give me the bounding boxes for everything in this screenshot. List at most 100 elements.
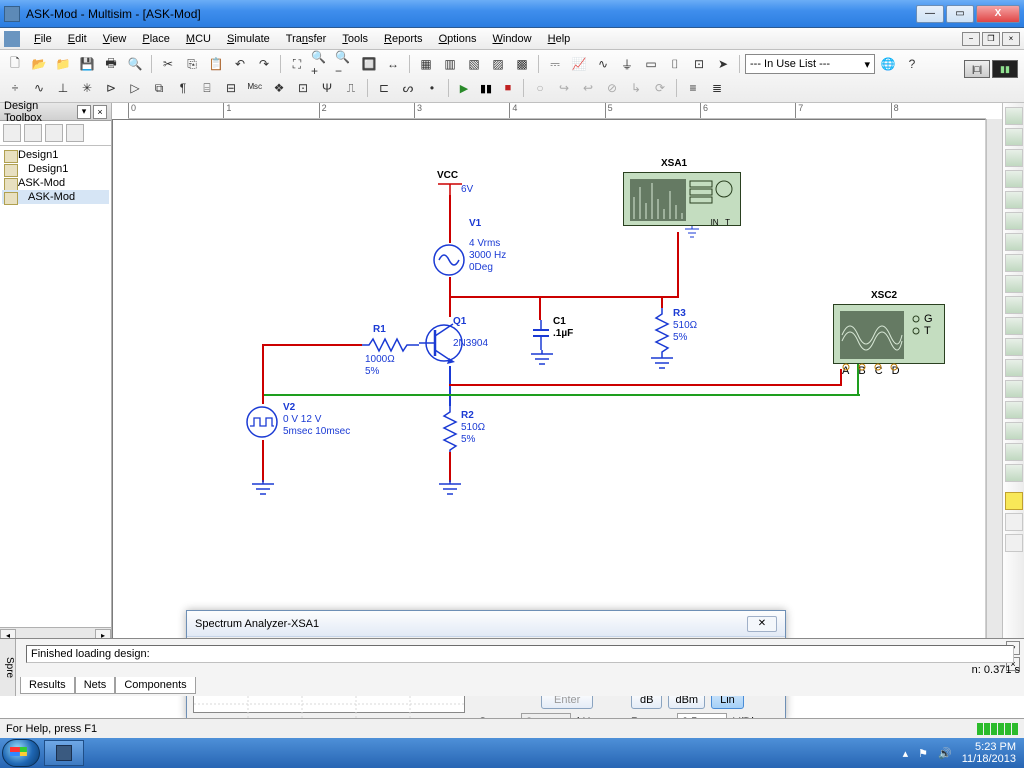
taskbar-clock[interactable]: 5:23 PM 11/18/2013: [962, 741, 1016, 765]
window-maximize-button[interactable]: [946, 5, 974, 23]
component-c1[interactable]: [531, 320, 551, 350]
net-icon[interactable]: ⊡: [688, 53, 710, 75]
spreadsheet-tab-nets[interactable]: Nets: [75, 677, 116, 694]
sim-switch-left[interactable]: |□|: [964, 60, 990, 78]
comp-group-15-icon[interactable]: ⎍: [340, 77, 362, 99]
mdi-minimize-button[interactable]: −: [962, 32, 980, 46]
panel-dropdown-button[interactable]: ▾: [77, 105, 91, 119]
break-icon[interactable]: ⊘: [601, 77, 623, 99]
globe-icon[interactable]: 🌐: [877, 53, 899, 75]
menu-help[interactable]: Help: [540, 30, 579, 48]
align-r-icon[interactable]: ≣: [706, 77, 728, 99]
instrument-xsa1[interactable]: IN T: [623, 172, 741, 226]
instr-logicconv-icon[interactable]: [1005, 296, 1023, 314]
menu-place[interactable]: Place: [134, 30, 178, 48]
comp-group-13-icon[interactable]: ⊡: [292, 77, 314, 99]
tool-e-icon[interactable]: ▩: [511, 53, 533, 75]
instr-netan-icon[interactable]: [1005, 380, 1023, 398]
canvas-scrollbar-vertical[interactable]: [986, 119, 1002, 645]
panel-close-button[interactable]: ×: [93, 105, 107, 119]
probe-icon[interactable]: ⎓: [544, 53, 566, 75]
window-close-button[interactable]: X: [976, 5, 1020, 23]
comp-group-9-icon[interactable]: ⌸: [196, 77, 218, 99]
hier-icon[interactable]: ᔕ: [397, 77, 419, 99]
bus-icon[interactable]: ⊏: [373, 77, 395, 99]
tree-item[interactable]: ASK-Mod: [2, 190, 109, 204]
comp-group-10-icon[interactable]: ⊟: [220, 77, 242, 99]
stop-button[interactable]: ■: [498, 78, 518, 98]
tool-a-icon[interactable]: ▦: [415, 53, 437, 75]
zoom-area-icon[interactable]: 🔲: [358, 53, 380, 75]
instr-wordgen-icon[interactable]: [1005, 254, 1023, 272]
help-icon[interactable]: ?: [901, 53, 923, 75]
toolbox-refresh-icon[interactable]: [66, 124, 84, 142]
instr-agosc-icon[interactable]: [1005, 443, 1023, 461]
instr-iv-icon[interactable]: [1005, 317, 1023, 335]
redo-icon[interactable]: ↷: [253, 53, 275, 75]
tray-volume-icon[interactable]: 🔊: [938, 747, 952, 760]
menu-transfer[interactable]: Transfer: [278, 30, 335, 48]
paste-icon[interactable]: 📋: [205, 53, 227, 75]
zoom-out-icon[interactable]: 🔍−: [334, 53, 356, 75]
mdi-restore-button[interactable]: ❐: [982, 32, 1000, 46]
sim-switch-right[interactable]: ▮▮: [992, 60, 1018, 78]
new-icon[interactable]: 🗋: [4, 53, 26, 75]
comp-group-12-icon[interactable]: ❖: [268, 77, 290, 99]
instr-tekosc-icon[interactable]: [1005, 464, 1023, 482]
tree-item[interactable]: Design1: [2, 162, 109, 176]
comp-group-14-icon[interactable]: Ψ: [316, 77, 338, 99]
comp-group-3-icon[interactable]: ⊥: [52, 77, 74, 99]
scope-icon[interactable]: 📈: [568, 53, 590, 75]
menu-file[interactable]: File: [26, 30, 60, 48]
step-in-icon[interactable]: ○: [529, 77, 551, 99]
start-button[interactable]: [2, 739, 40, 767]
tool-d-icon[interactable]: ▨: [487, 53, 509, 75]
instr-dist-icon[interactable]: [1005, 338, 1023, 356]
undo-icon[interactable]: ↶: [229, 53, 251, 75]
instr-freq-icon[interactable]: [1005, 233, 1023, 251]
component-v1[interactable]: [431, 242, 467, 278]
menu-view[interactable]: View: [95, 30, 135, 48]
instrument-xsc2[interactable]: G T ABCD: [833, 304, 945, 364]
menu-edit[interactable]: Edit: [60, 30, 95, 48]
spreadsheet-tab-components[interactable]: Components: [115, 677, 195, 694]
arrow-icon[interactable]: ➤: [712, 53, 734, 75]
comp-group-11-icon[interactable]: ᴹˢᶜ: [244, 77, 266, 99]
in-use-list-dropdown[interactable]: --- In Use List ---: [745, 54, 875, 74]
comp-group-5-icon[interactable]: ⊳: [100, 77, 122, 99]
comp-group-7-icon[interactable]: ⧉: [148, 77, 170, 99]
instr-agmm-icon[interactable]: [1005, 422, 1023, 440]
comp-group-2-icon[interactable]: ∿: [28, 77, 50, 99]
print-icon[interactable]: 🖶: [100, 53, 122, 75]
instr-elvis-icon[interactable]: [1005, 513, 1023, 531]
window-minimize-button[interactable]: [916, 5, 944, 23]
instr-logican-icon[interactable]: [1005, 275, 1023, 293]
part-icon[interactable]: ▭: [640, 53, 662, 75]
instr-agfg-icon[interactable]: [1005, 401, 1023, 419]
menu-options[interactable]: Options: [431, 30, 485, 48]
dialog-close-button[interactable]: ✕: [747, 616, 777, 632]
part2-icon[interactable]: ⌷: [664, 53, 686, 75]
instr-specan-icon[interactable]: [1005, 359, 1023, 377]
taskbar-item-multisim[interactable]: [44, 740, 84, 766]
instr-funcgen-icon[interactable]: [1005, 128, 1023, 146]
save-icon[interactable]: 💾: [76, 53, 98, 75]
component-r2[interactable]: [443, 406, 457, 452]
instr-scope-icon[interactable]: [1005, 170, 1023, 188]
run-button[interactable]: ▶: [454, 78, 474, 98]
instr-bode-icon[interactable]: [1005, 212, 1023, 230]
open-icon[interactable]: 📂: [28, 53, 50, 75]
tree-item[interactable]: Design1: [2, 148, 109, 162]
end-icon[interactable]: ⟳: [649, 77, 671, 99]
tray-show-hidden-icon[interactable]: ▴: [903, 747, 909, 760]
mdi-close-button[interactable]: ×: [1002, 32, 1020, 46]
anal-icon[interactable]: ∿: [592, 53, 614, 75]
component-r1[interactable]: [361, 338, 419, 352]
comp-group-8-icon[interactable]: ¶: [172, 77, 194, 99]
design-tree[interactable]: Design1 Design1 ASK-Mod ASK-Mod: [0, 146, 111, 627]
toolbox-open-icon[interactable]: [24, 124, 42, 142]
tray-action-center-icon[interactable]: ⚑: [918, 747, 928, 760]
pause-button[interactable]: ▮▮: [476, 78, 496, 98]
menu-mcu[interactable]: MCU: [178, 30, 219, 48]
zoom-full-icon[interactable]: ⛶: [286, 53, 308, 75]
